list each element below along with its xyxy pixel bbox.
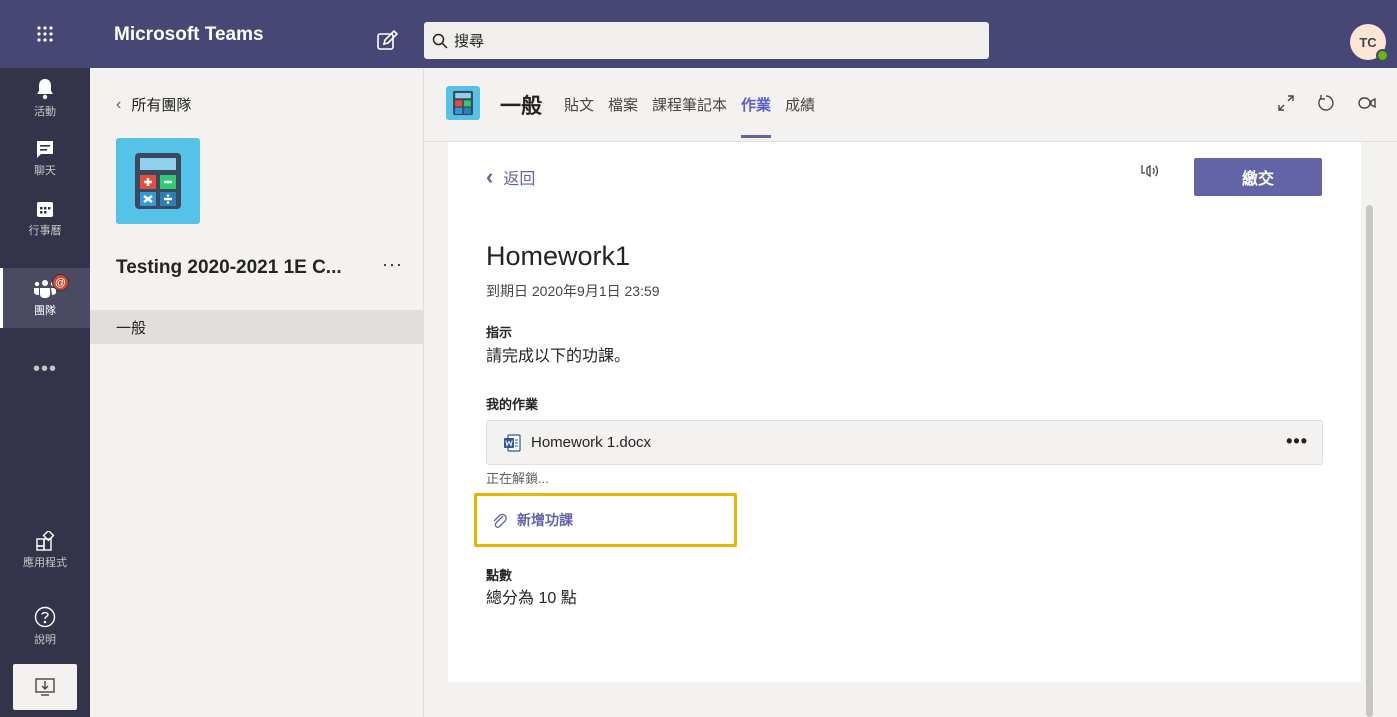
back-label: 返回 [503, 171, 536, 188]
avatar-initials: TC [1359, 34, 1377, 50]
rail-item-teams[interactable]: @ 團隊 [0, 268, 90, 328]
due-date: 到期日 2020年9月1日 23:59 [486, 283, 660, 299]
rail-label-teams: 團隊 [34, 304, 56, 317]
channel-item-general[interactable]: 一般 [90, 310, 424, 344]
team-more-options-button[interactable]: ··· [382, 254, 403, 275]
download-icon [35, 678, 55, 696]
scrollbar[interactable] [1366, 205, 1373, 717]
unlock-status: 正在解鎖... [486, 471, 549, 486]
add-work-button[interactable]: 新增功課 [474, 493, 737, 547]
new-chat-icon[interactable] [376, 29, 400, 54]
attached-file[interactable]: Homework 1.docx ••• [486, 420, 1323, 465]
calendar-icon [37, 201, 53, 217]
help-icon [34, 606, 56, 627]
my-work-label: 我的作業 [486, 397, 539, 412]
channel-team-icon [446, 86, 480, 120]
team-panel: ‹ 所有團隊 Testing 2020-2021 1E C... ··· 一般 [90, 68, 424, 717]
all-teams-link[interactable]: ‹ 所有團隊 [116, 94, 191, 115]
app-title: Microsoft Teams [114, 24, 264, 45]
presence-available-icon [1376, 49, 1389, 62]
assignment-card: ‹ 返回 繳交 Homework1 到期日 2020年9月1日 23:59 指示… [448, 142, 1361, 682]
all-teams-label: 所有團隊 [131, 97, 192, 114]
rail-label-chat: 聊天 [34, 164, 56, 177]
assignment-title: Homework1 [486, 241, 631, 271]
submit-button[interactable]: 繳交 [1194, 158, 1322, 196]
channel-tabs: 貼文 檔案 課程筆記本 作業 成績 [564, 94, 829, 138]
calculator-icon [135, 153, 181, 209]
team-logo [116, 138, 200, 224]
file-name: Homework 1.docx [531, 434, 652, 451]
rail-item-help[interactable]: 說明 [0, 596, 90, 656]
instructions-label: 指示 [486, 325, 513, 340]
apps-icon [36, 530, 55, 551]
mention-badge: @ [52, 274, 69, 291]
refresh-icon[interactable] [1317, 94, 1335, 112]
word-document-icon [504, 433, 521, 452]
title-bar: Microsoft Teams 搜尋 TC [0, 0, 1397, 68]
bell-icon [37, 78, 53, 99]
rail-label-help: 說明 [34, 633, 56, 646]
back-link[interactable]: ‹ 返回 [486, 164, 535, 190]
tab-assignments[interactable]: 作業 [741, 94, 772, 138]
rail-item-calendar[interactable]: 行事曆 [0, 188, 90, 248]
rail-label-activity: 活動 [34, 105, 56, 118]
rail-item-activity[interactable]: 活動 [0, 68, 90, 128]
file-more-options-button[interactable]: ••• [1286, 431, 1308, 452]
points-label: 點數 [486, 568, 513, 583]
rail-label-apps: 應用程式 [23, 556, 67, 569]
rail-item-apps[interactable]: 應用程式 [0, 520, 90, 580]
calculator-icon [453, 90, 473, 116]
tab-grades[interactable]: 成績 [785, 94, 815, 134]
tab-posts[interactable]: 貼文 [564, 94, 594, 134]
chevron-left-icon: ‹ [486, 164, 494, 189]
rail-item-chat[interactable]: 聊天 [0, 128, 90, 188]
points-text: 總分為 10 點 [486, 590, 577, 607]
search-placeholder: 搜尋 [454, 33, 485, 50]
channel-header: 一般 貼文 檔案 課程筆記本 作業 成績 [424, 68, 1397, 142]
add-work-label: 新增功課 [517, 512, 573, 528]
search-icon [432, 33, 448, 49]
tab-files[interactable]: 檔案 [608, 94, 638, 134]
channel-title: 一般 [500, 95, 542, 118]
download-app-button[interactable] [13, 664, 77, 710]
immersive-reader-icon[interactable] [1140, 162, 1160, 185]
meet-now-icon[interactable] [1357, 94, 1377, 112]
app-rail: 活動 聊天 行事曆 @ 團隊 ••• 應用程式 說明 [0, 68, 90, 717]
header-actions [1277, 94, 1377, 112]
rail-more-apps-button[interactable]: ••• [0, 358, 90, 381]
rail-label-calendar: 行事曆 [28, 224, 62, 237]
app-launcher-icon[interactable] [0, 0, 90, 68]
chat-icon [37, 140, 53, 158]
avatar[interactable]: TC [1350, 24, 1389, 62]
instructions-text: 請完成以下的功課。 [486, 348, 631, 365]
team-name: Testing 2020-2021 1E C... [116, 257, 342, 278]
search-input[interactable]: 搜尋 [424, 22, 989, 59]
channel-label: 一般 [116, 319, 147, 337]
expand-icon[interactable] [1277, 94, 1295, 112]
tab-class-notebook[interactable]: 課程筆記本 [652, 94, 727, 134]
paperclip-icon [493, 513, 507, 528]
chevron-left-icon: ‹ [116, 95, 122, 113]
